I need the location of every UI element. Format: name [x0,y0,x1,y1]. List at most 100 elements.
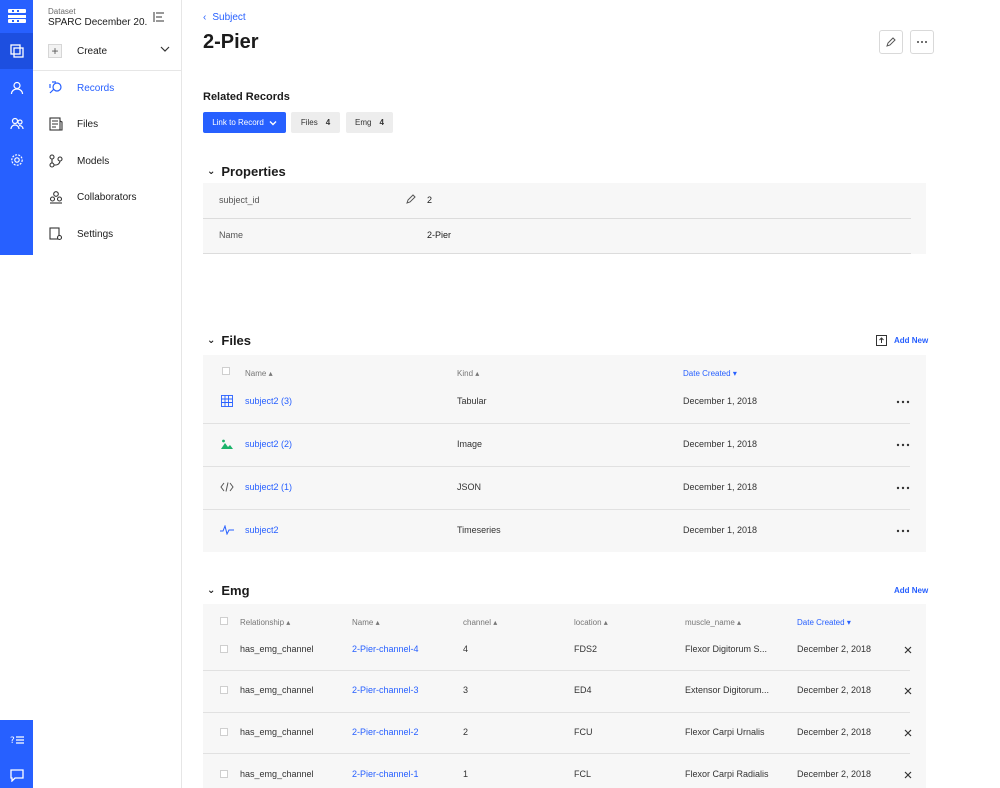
pencil-icon [886,37,896,47]
close-icon[interactable] [903,728,913,738]
create-button[interactable]: + Create [48,40,170,62]
more-horizontal-icon[interactable] [896,442,910,448]
dataset-name[interactable]: SPARC December 20... [48,17,148,28]
emg-date: December 2, 2018 [797,727,872,737]
emg-relationship: has_emg_channel [240,644,314,654]
close-icon[interactable] [903,645,913,655]
sidebar-item-label: Records [77,82,115,94]
related-chip-emg[interactable]: Emg 4 [346,112,393,133]
file-kind: Image [457,439,483,449]
pencil-icon[interactable] [406,194,416,204]
emg-date: December 2, 2018 [797,644,872,654]
column-header-date-created[interactable]: Date Created ▾ [797,618,851,627]
emg-section-toggle[interactable]: ⌄ Emg [207,583,250,598]
files-add-new-button[interactable]: Add New [876,335,928,346]
more-horizontal-icon[interactable] [896,528,910,534]
column-header-location[interactable]: location ▴ [574,618,608,627]
file-name-link[interactable]: subject2 (2) [245,439,292,449]
sidebar-item-records[interactable]: Records [48,78,178,98]
property-value: 2-Pier [427,230,452,240]
column-header-name[interactable]: Name ▴ [352,618,380,627]
file-name-link[interactable]: subject2 (1) [245,482,292,492]
link-to-record-button[interactable]: Link to Record [203,112,286,133]
sidebar-item-collaborators[interactable]: Collaborators [48,187,178,207]
file-kind: JSON [457,482,482,492]
emg-channel: 4 [463,644,469,654]
emg-location: FCL [574,769,592,779]
select-all-checkbox[interactable] [220,617,228,625]
close-icon[interactable] [903,770,913,780]
column-header-channel[interactable]: channel ▴ [463,618,497,627]
records-icon [48,80,64,96]
back-link-label: Subject [212,12,246,23]
upload-icon [876,335,887,346]
column-header-relationship[interactable]: Relationship ▴ [240,618,290,627]
sidebar-item-models[interactable]: Models [48,151,178,171]
edit-button[interactable] [879,30,903,54]
property-value: 2 [427,195,433,205]
emg-muscle-name: Flexor Carpi Urnalis [685,727,765,737]
row-checkbox[interactable] [220,645,228,653]
chip-count: 4 [379,118,384,127]
column-header-name[interactable]: Name ▴ [245,369,273,378]
collaborators-icon [48,189,64,205]
emg-add-new-button[interactable]: Add New [894,586,928,595]
logo-icon[interactable] [0,4,33,28]
page-title: 2-Pier [203,31,259,53]
back-link[interactable]: ‹ Subject [203,12,246,23]
column-header-muscle-name[interactable]: muscle_name ▴ [685,618,741,627]
create-label: Create [77,45,108,57]
emg-name-link[interactable]: 2-Pier-channel-4 [352,644,419,654]
emg-name-link[interactable]: 2-Pier-channel-1 [352,769,419,779]
file-name-link[interactable]: subject2 (3) [245,396,292,406]
datasets-icon[interactable] [0,39,33,63]
close-icon[interactable] [903,686,913,696]
people-icon[interactable] [0,112,33,136]
chevron-left-icon: ‹ [203,12,207,23]
select-all-checkbox[interactable] [222,367,230,375]
sidebar-item-files[interactable]: Files [48,114,178,134]
row-checkbox[interactable] [220,728,228,736]
collapse-sidebar-icon[interactable] [153,10,167,24]
more-horizontal-icon[interactable] [896,399,910,405]
divider [203,253,911,254]
file-name-link[interactable]: subject2 [245,525,279,535]
properties-section-toggle[interactable]: ⌄ Properties [207,164,286,179]
app-rail: ? [0,0,33,788]
feedback-icon[interactable] [0,763,33,787]
more-options-button[interactable] [910,30,934,54]
related-chip-files[interactable]: Files 4 [291,112,340,133]
column-header-date-created[interactable]: Date Created ▾ [683,369,737,378]
row-divider [203,466,910,467]
svg-text:?: ? [10,736,15,746]
emg-location: FCU [574,727,593,737]
profile-icon[interactable] [0,76,33,100]
property-key: Name [219,230,244,240]
chevron-down-icon: ⌄ [207,585,216,596]
sidebar-item-label: Settings [77,228,114,240]
sidebar-item-settings[interactable]: Settings [48,224,178,244]
column-header-kind[interactable]: Kind ▴ [457,369,479,378]
file-date: December 1, 2018 [683,396,758,406]
row-divider [203,712,910,713]
emg-channel: 2 [463,727,469,737]
file-date: December 1, 2018 [683,439,758,449]
settings-gear-icon[interactable] [0,148,33,172]
emg-name-link[interactable]: 2-Pier-channel-3 [352,685,419,695]
help-icon[interactable]: ? [0,728,33,752]
more-horizontal-icon[interactable] [896,485,910,491]
row-divider [203,753,910,754]
chevron-down-icon: ⌄ [207,335,216,346]
row-checkbox[interactable] [220,686,228,694]
sidebar-item-label: Collaborators [77,191,137,203]
chip-label: Emg [355,118,372,127]
row-divider [203,509,910,510]
property-row: subject_id 2 [203,183,926,218]
property-key: subject_id [219,195,260,205]
files-section-toggle[interactable]: ⌄ Files [207,333,251,348]
code-icon [220,482,234,492]
emg-name-link[interactable]: 2-Pier-channel-2 [352,727,419,737]
timeseries-icon [220,525,234,535]
row-checkbox[interactable] [220,770,228,778]
image-icon [221,439,233,449]
